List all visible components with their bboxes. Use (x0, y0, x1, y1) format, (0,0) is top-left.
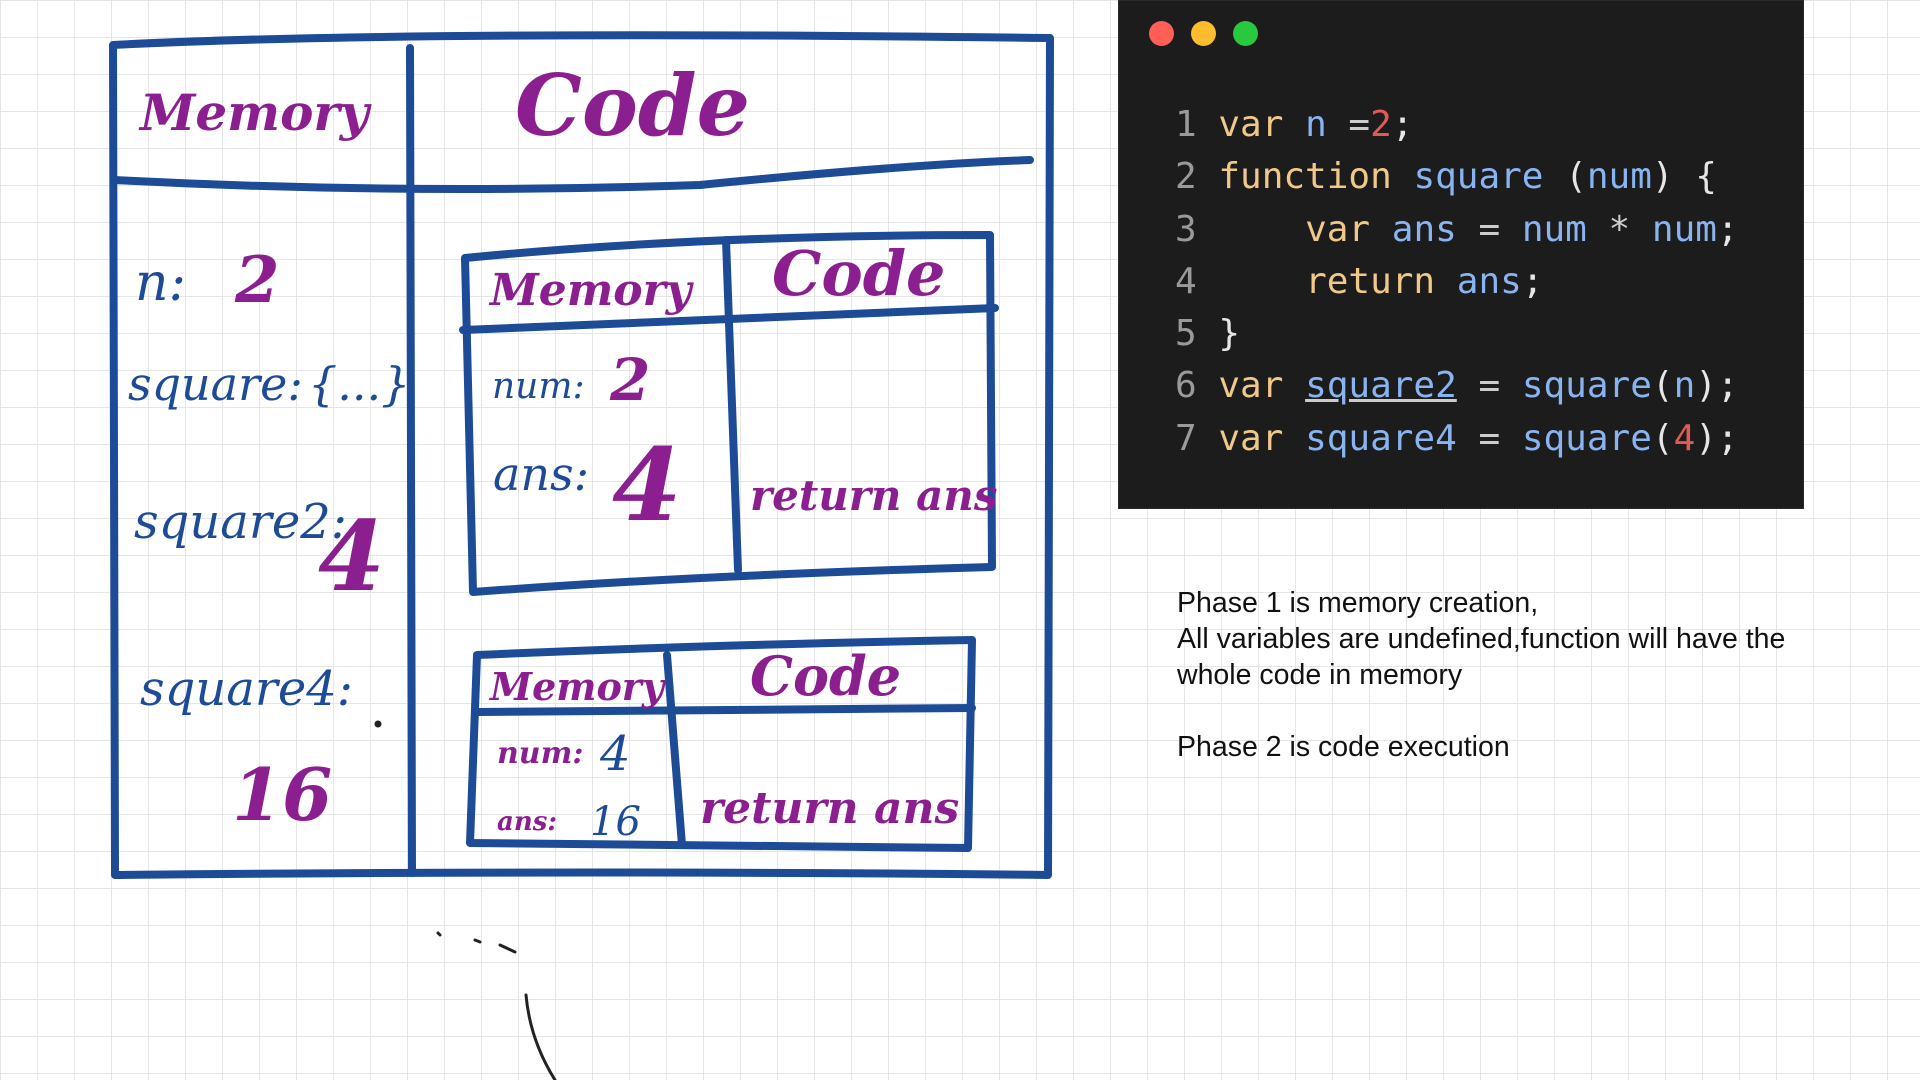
code-token: 2 (1370, 104, 1392, 145)
context2-ans-value: 16 (590, 799, 641, 845)
phase2-line: Phase 2 is code execution (1177, 731, 1510, 763)
code-token: ans (1456, 260, 1522, 302)
code-token: ; (1521, 260, 1544, 302)
code-token: square2 (1305, 365, 1457, 407)
context2-ans-key: ans: (497, 807, 557, 837)
line-number: 1 (1175, 104, 1219, 145)
code-token: ( (1651, 417, 1674, 459)
memory-key-square2: square2: (134, 494, 347, 550)
global-code-header: Code (515, 56, 750, 155)
code-token: num (1521, 208, 1609, 250)
code-token: square4 (1305, 417, 1457, 459)
code-token: var (1218, 417, 1306, 459)
phase1-line3: whole code in memory (1177, 659, 1463, 691)
memory-key-n: n: (135, 253, 186, 313)
line-number: 6 (1175, 365, 1219, 407)
code-token: 4 (1673, 417, 1696, 459)
window-traffic-lights (1149, 21, 1258, 46)
code-token: var (1305, 208, 1392, 250)
code-token: ( (1565, 156, 1587, 198)
global-context-divider (406, 44, 416, 877)
context1-ans-key: ans: (493, 447, 589, 501)
line-number: 7 (1175, 417, 1219, 459)
context2-divider (663, 651, 686, 849)
code-token: ); (1695, 417, 1739, 459)
context2-code-header: Code (750, 644, 901, 708)
context1-divider (722, 236, 742, 574)
context1-num-value: 2 (609, 346, 650, 414)
context2-code-text: return ans (700, 783, 959, 834)
code-token: ) { (1651, 156, 1717, 198)
code-line: 4 return ans; (1175, 256, 1739, 308)
memory-value-square: {...} (308, 357, 410, 411)
code-token: square (1521, 365, 1652, 407)
maximize-window-button[interactable] (1233, 21, 1258, 46)
context1-ans-value: 4 (612, 426, 682, 544)
code-token: = (1478, 365, 1522, 407)
code-token: var (1218, 104, 1306, 145)
notes-panel: Phase 1 is memory creation, All variable… (1177, 585, 1877, 765)
stray-marks (374, 720, 557, 1080)
code-token: } (1218, 313, 1241, 355)
code-token: ans (1391, 208, 1479, 250)
code-token: = (1478, 417, 1522, 459)
close-window-button[interactable] (1149, 21, 1174, 46)
line-number: 2 (1175, 156, 1219, 198)
code-line: 7 var square4 = square(4); (1175, 413, 1739, 465)
code-line: 3 var ans = num * num; (1175, 204, 1739, 256)
code-token: = (1348, 104, 1371, 145)
memory-value-square2: 4 (318, 500, 385, 613)
phase1-line2: All variables are undefined,function wil… (1177, 623, 1786, 655)
code-token: ); (1695, 365, 1739, 407)
context1-memory-header: Memory (488, 265, 695, 316)
code-token: square (1413, 156, 1566, 198)
memory-value-square4: 16 (232, 752, 332, 837)
code-token: = (1478, 208, 1522, 250)
code-token: n (1305, 104, 1349, 145)
context1-code-header: Code (772, 237, 946, 310)
context2-num-value: 4 (599, 726, 631, 782)
code-token: ; (1716, 208, 1739, 250)
code-listing: 1 var n =2; 2 function square (num) {3 va… (1175, 99, 1739, 465)
context1-code-text: return ans (750, 471, 997, 520)
global-context-header-line (111, 156, 1034, 193)
code-token: return (1305, 260, 1457, 302)
code-editor-window: 1 var n =2; 2 function square (num) {3 va… (1118, 0, 1804, 509)
line-number: 4 (1175, 260, 1219, 302)
code-token: * (1608, 208, 1652, 250)
code-line: 1 var n =2; (1175, 99, 1739, 151)
line-number: 5 (1175, 313, 1219, 355)
code-token: square (1521, 417, 1652, 459)
code-token: ( (1651, 365, 1674, 407)
code-token: num (1651, 208, 1717, 250)
phase1-line1: Phase 1 is memory creation, (1177, 587, 1539, 619)
code-token: function (1218, 156, 1414, 198)
code-token: num (1586, 156, 1652, 198)
global-memory-header: Memory (138, 83, 372, 142)
line-number: 3 (1175, 208, 1219, 250)
code-token: var (1218, 365, 1306, 407)
memory-key-square: square: (128, 357, 303, 411)
code-line: 6 var square2 = square(n); (1175, 360, 1739, 412)
code-line: 2 function square (num) { (1175, 151, 1739, 203)
context1-num-key: num: (492, 366, 585, 407)
context2-memory-header: Memory (488, 664, 667, 709)
memory-value-n: 2 (234, 243, 280, 318)
context2-num-key: num: (497, 736, 583, 771)
minimize-window-button[interactable] (1191, 21, 1216, 46)
code-token: n (1673, 365, 1696, 407)
memory-key-square4: square4: (140, 661, 353, 717)
code-token: ; (1391, 104, 1414, 145)
code-line: 5 } (1175, 308, 1739, 360)
